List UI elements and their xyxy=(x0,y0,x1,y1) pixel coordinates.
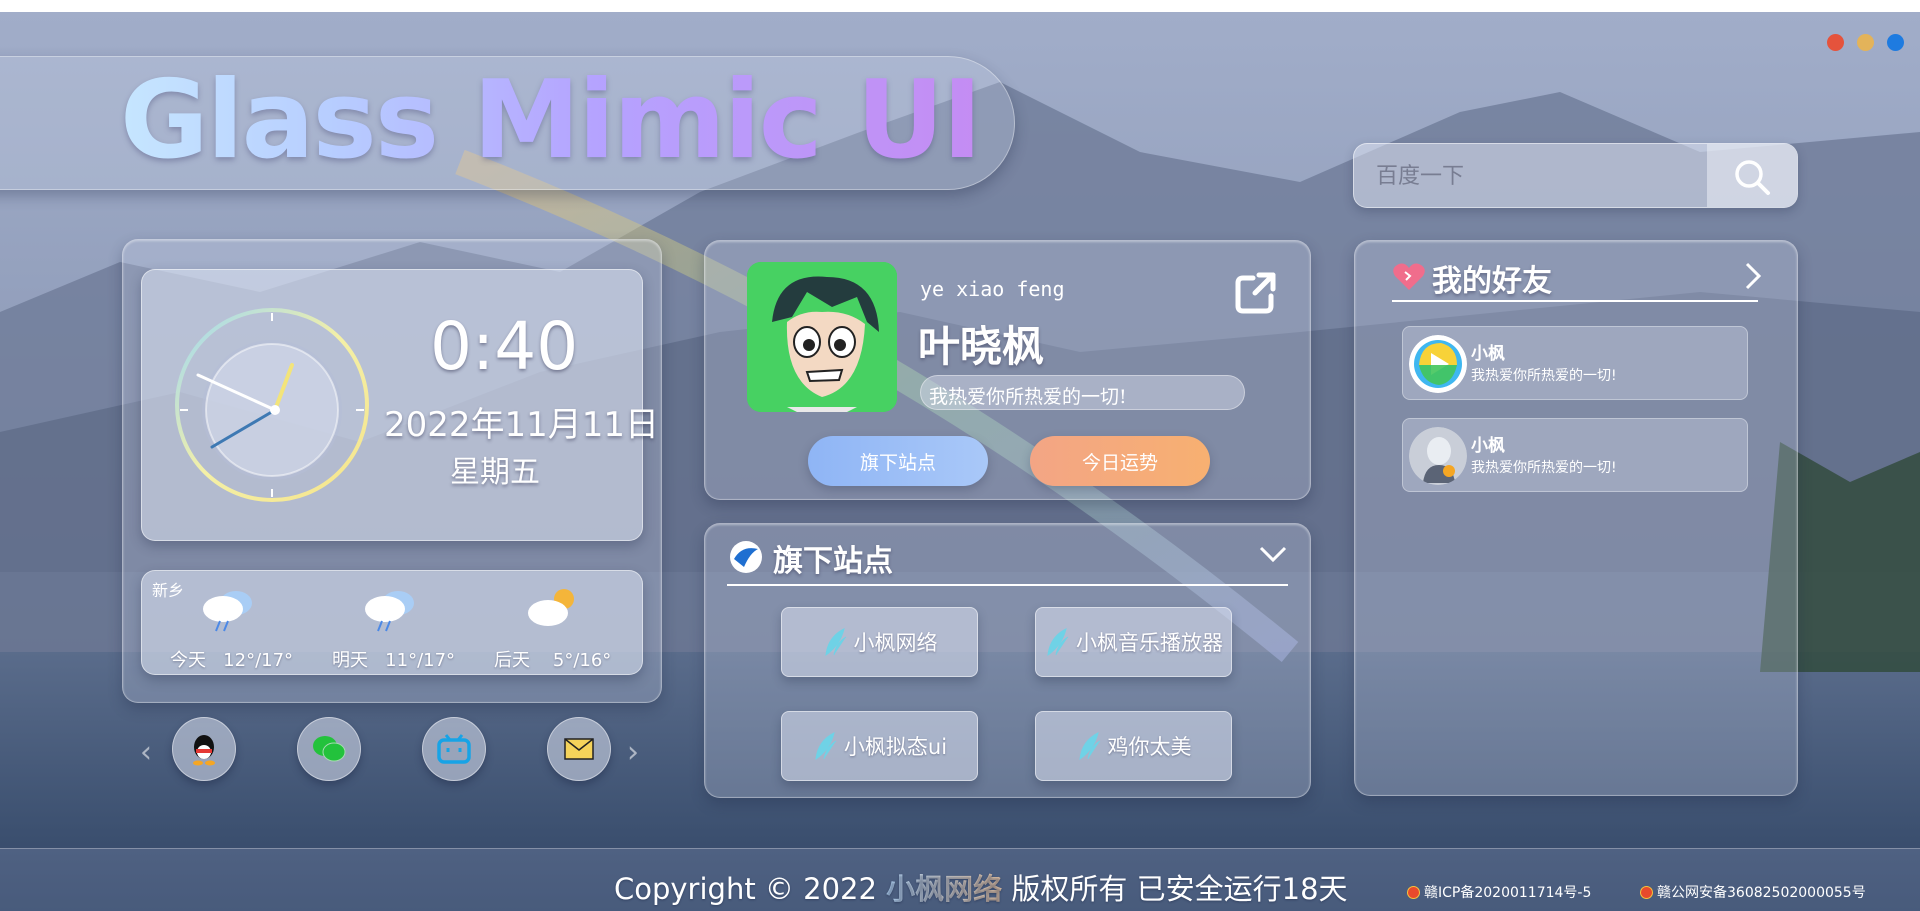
mail-icon xyxy=(564,738,594,760)
friend-avatar xyxy=(1409,335,1467,393)
profile-pinyin: ye xiao feng xyxy=(920,277,1065,301)
weather-temp: 5°/16° xyxy=(552,650,612,671)
police-record-link[interactable]: 赣公网安备36082502000055号 xyxy=(1640,882,1866,902)
police-badge-icon xyxy=(1407,885,1420,899)
qq-icon xyxy=(193,735,215,766)
sites-title: 旗下站点 xyxy=(773,544,893,579)
copyright-prefix: Copyright © 2022 xyxy=(614,872,887,906)
digital-time: 0:40 xyxy=(430,308,579,385)
icp-link[interactable]: 赣ICP备2020011714号-5 xyxy=(1407,882,1591,902)
weather-temp: 11°/17° xyxy=(385,650,456,671)
leaf-icon xyxy=(815,732,837,761)
weather-temp: 12°/17° xyxy=(223,650,294,671)
friends-panel xyxy=(1354,240,1798,796)
weather-day-after: 后天 5°/16° xyxy=(494,646,611,672)
friend-name: 小枫 xyxy=(1471,436,1505,456)
site-label: 小枫音乐播放器 xyxy=(1076,631,1223,655)
leaf-icon xyxy=(1078,732,1100,761)
friend-message: 我热爱你所热爱的一切! xyxy=(1471,460,1617,476)
friend-name: 小枫 xyxy=(1471,344,1505,364)
social-prev-arrow[interactable]: ‹ xyxy=(140,735,152,770)
site-button[interactable]: 小枫拟态ui xyxy=(781,711,978,781)
profile-motto: 我热爱你所热爱的一切! xyxy=(920,375,1245,410)
external-link-icon[interactable] xyxy=(1233,270,1279,316)
weather-today: 今天 12°/17° xyxy=(170,646,293,672)
search-bar xyxy=(1353,143,1798,208)
friend-item[interactable]: 小枫 我热爱你所热爱的一切! xyxy=(1402,418,1748,492)
friend-message: 我热爱你所热爱的一切! xyxy=(1471,368,1617,384)
weather-day-label: 明天 xyxy=(332,650,368,671)
search-icon xyxy=(1735,159,1770,195)
site-button[interactable]: 小枫网络 xyxy=(781,607,978,677)
page-title: Glass Mimic UI xyxy=(120,58,982,183)
search-input[interactable] xyxy=(1354,144,1709,207)
site-button[interactable]: 小枫音乐播放器 xyxy=(1035,607,1232,677)
avatar xyxy=(747,262,897,412)
friends-title: 我的好友 xyxy=(1432,264,1552,299)
friend-avatar xyxy=(1409,427,1467,485)
chevron-right-icon[interactable] xyxy=(1743,261,1763,291)
weather-city: 新乡 xyxy=(152,581,185,600)
wechat-icon xyxy=(313,736,346,762)
friend-item[interactable]: 小枫 我热爱你所热爱的一切! xyxy=(1402,326,1748,400)
site-label: 小枫拟态ui xyxy=(843,735,948,759)
icp-text: 赣ICP备2020011714号-5 xyxy=(1424,885,1592,901)
site-label: 鸡你太美 xyxy=(1107,735,1192,759)
social-next-arrow[interactable]: › xyxy=(627,735,639,770)
copyright-suffix: 版权所有 已安全运行18天 xyxy=(1002,872,1348,906)
site-label: 小枫网络 xyxy=(853,631,938,655)
bilibili-icon xyxy=(437,734,471,764)
police-record-text: 赣公网安备36082502000055号 xyxy=(1657,885,1866,901)
rain-cloud-icon xyxy=(203,591,252,632)
window-dot-red[interactable] xyxy=(1827,34,1844,51)
date-label: 2022年11月11日 xyxy=(384,405,660,445)
brand-link[interactable]: 小枫网络 xyxy=(886,872,1002,906)
leaf-icon xyxy=(824,628,846,657)
profile-name: 叶晓枫 xyxy=(918,322,1045,371)
window-dot-yellow[interactable] xyxy=(1857,34,1874,51)
leaf-icon xyxy=(1047,628,1069,657)
sites-icon xyxy=(730,541,762,573)
sun-cloud-icon xyxy=(528,589,574,626)
qq-button[interactable] xyxy=(172,717,236,781)
chevron-down-icon[interactable] xyxy=(1258,544,1288,564)
weather-day-label: 后天 xyxy=(494,650,530,671)
bilibili-button[interactable] xyxy=(422,717,486,781)
sites-button[interactable]: 旗下站点 xyxy=(808,436,988,486)
sites-divider xyxy=(727,584,1288,586)
search-button[interactable] xyxy=(1707,144,1797,207)
rain-cloud-icon xyxy=(365,591,414,632)
window-dot-blue[interactable] xyxy=(1887,34,1904,51)
copyright: Copyright © 2022 小枫网络 版权所有 已安全运行18天 xyxy=(614,866,1348,908)
heart-icon xyxy=(1393,263,1425,290)
wechat-button[interactable] xyxy=(297,717,361,781)
site-button[interactable]: 鸡你太美 xyxy=(1035,711,1232,781)
weather-day-label: 今天 xyxy=(170,650,206,671)
mail-button[interactable] xyxy=(547,717,611,781)
top-edge xyxy=(0,0,1920,12)
friends-divider xyxy=(1392,300,1758,302)
fortune-button[interactable]: 今日运势 xyxy=(1030,436,1210,486)
analog-clock xyxy=(175,308,369,502)
weekday-label: 星期五 xyxy=(450,455,540,490)
police-badge-icon xyxy=(1640,885,1653,899)
weather-tomorrow: 明天 11°/17° xyxy=(332,646,455,672)
